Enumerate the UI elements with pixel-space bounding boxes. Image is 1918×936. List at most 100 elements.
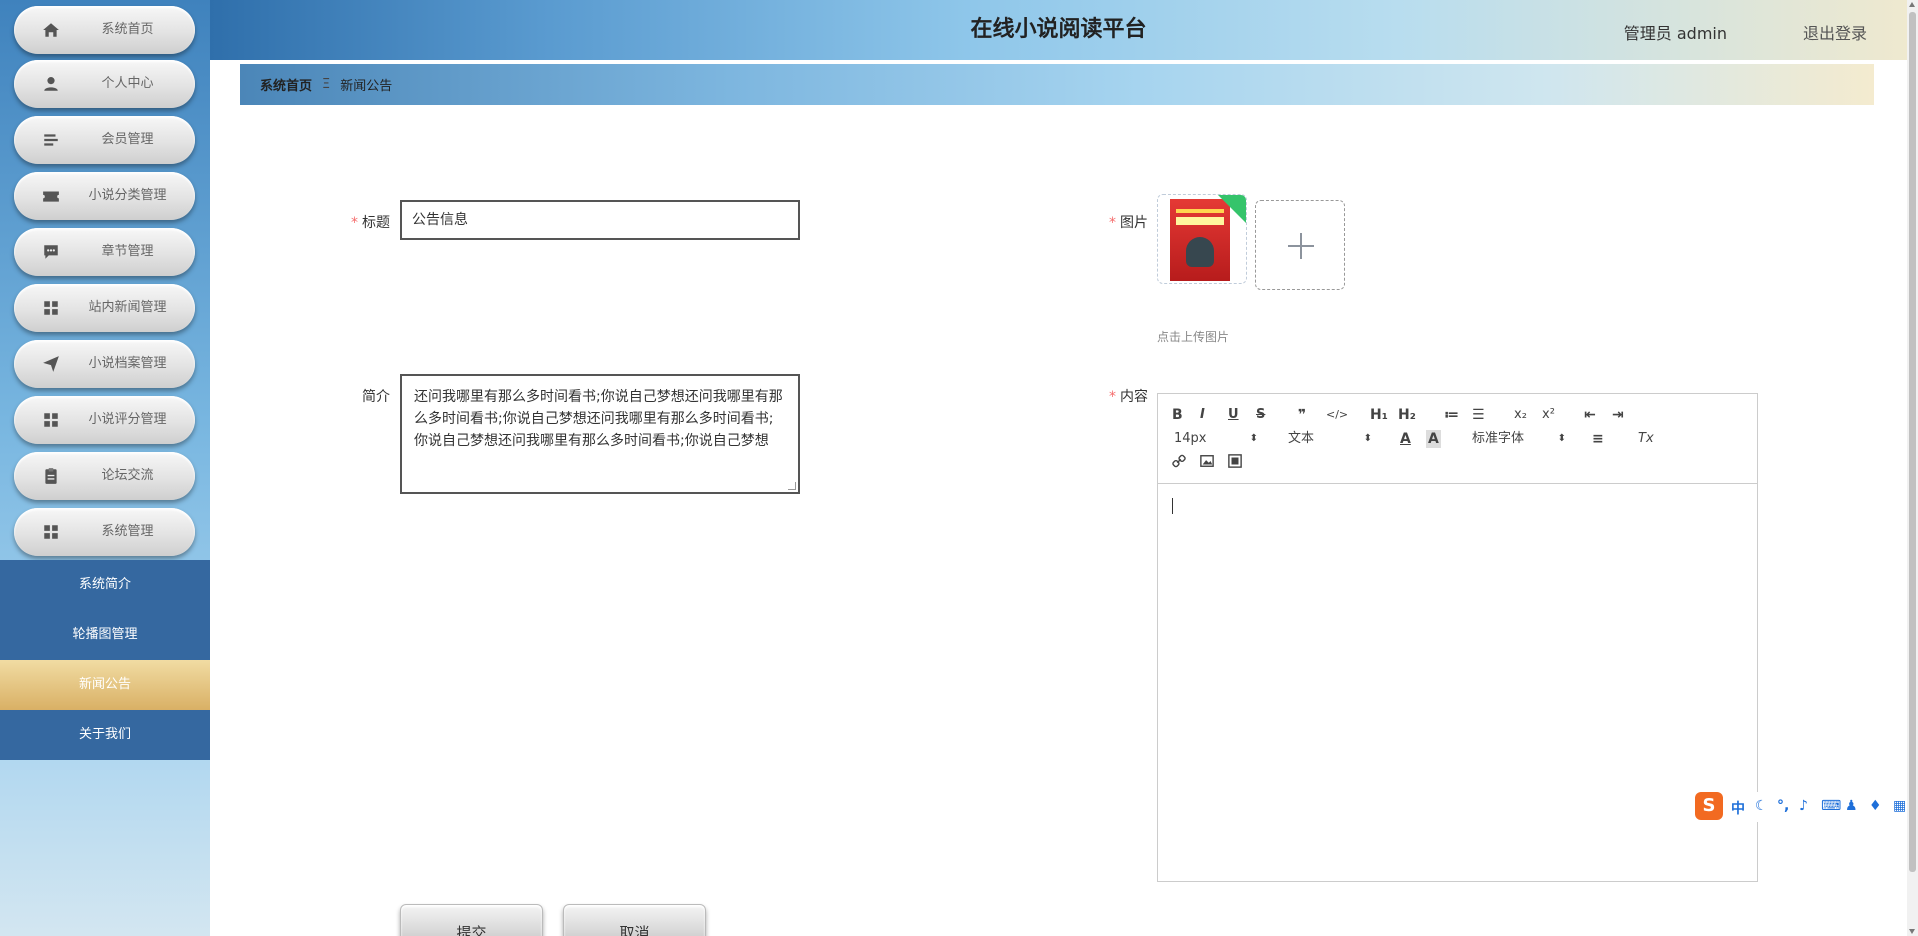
content-label: * 内容 [1100,386,1148,406]
video-button[interactable] [1228,454,1242,474]
sidebar-item-novel-archive[interactable]: 小说档案管理 [14,340,195,388]
ime-toolbar[interactable]: S 中 ☾ °, ♪ ⌨ ♟ ♦ ▦ [1693,792,1918,822]
current-user: 管理员 admin [1623,24,1727,43]
rich-text-editor: B I U S ❞ </> H₁ H₂ ≔ ☰ x₂ x² ⇤ ⇥ 14px ⬍ … [1157,393,1758,882]
sidebar-item-system[interactable]: 系统管理 [14,508,195,556]
send-icon [43,356,59,372]
select-arrow-icon: ⬍ [1557,433,1566,444]
background-color-button[interactable]: A [1426,430,1441,448]
sidebar-item-label: 章节管理 [101,244,154,259]
image-icon [1200,455,1214,467]
paragraph-value: 文本 [1288,431,1315,446]
keyboard-icon[interactable]: ⌨ [1821,798,1841,814]
sidebar-item-forum[interactable]: 论坛交流 [14,452,195,500]
sidebar-item-label: 小说分类管理 [88,188,167,203]
grid-icon [44,525,58,539]
system-submenu: 系统简介 轮播图管理 新闻公告 关于我们 [0,560,210,760]
bold-button[interactable]: B [1172,406,1183,424]
font-size-value: 14px [1174,431,1207,446]
superscript-button[interactable]: x² [1542,406,1555,424]
breadcrumb-current: 新闻公告 [340,79,393,94]
user-icon [44,77,58,91]
title-label-text: 标题 [362,215,390,231]
app-root: 系统首页 个人中心 会员管理 小说分类管理 章节管理 站内新闻管理 小说档案管理 [0,0,1918,936]
header1-button[interactable]: H₁ [1370,406,1388,424]
submenu-item-about[interactable]: 关于我们 [0,710,210,760]
intro-label: 简介 [362,389,390,405]
title-label: * 标题 [350,212,390,232]
bullet-list-button[interactable]: ☰ [1472,406,1485,424]
sidebar-item-chapters[interactable]: 章节管理 [14,228,195,276]
sidebar-item-label: 站内新闻管理 [88,300,167,315]
sidebar-item-label: 个人中心 [101,76,154,91]
outdent-button[interactable]: ⇤ [1584,406,1596,424]
sidebar-item-ratings[interactable]: 小说评分管理 [14,396,195,444]
code-block-button[interactable]: </> [1326,406,1348,424]
sidebar-item-categories[interactable]: 小说分类管理 [14,172,195,220]
image-button[interactable] [1200,454,1214,474]
top-header: 在线小说阅读平台 管理员 admin 退出登录 [210,0,1907,60]
sidebar-item-home[interactable]: 系统首页 [14,6,195,54]
sidebar: 系统首页 个人中心 会员管理 小说分类管理 章节管理 站内新闻管理 小说档案管理 [0,0,210,936]
home-icon [43,23,59,37]
image-label-text: 图片 [1120,215,1148,231]
cancel-button[interactable]: 取消 [563,904,706,936]
header2-button[interactable]: H₂ [1398,406,1416,424]
select-arrow-icon: ⬍ [1363,433,1372,444]
font-family-select[interactable]: 标准字体 ⬍ [1472,430,1566,448]
sidebar-item-site-news[interactable]: 站内新闻管理 [14,284,195,332]
toolbox-icon[interactable]: ▦ [1893,798,1906,814]
moon-icon[interactable]: ☾ [1755,798,1768,814]
font-color-button[interactable]: A [1400,430,1411,448]
clipboard-icon [45,468,57,484]
subscript-button[interactable]: x₂ [1514,406,1527,424]
submenu-item-carousel[interactable]: 轮播图管理 [0,610,210,660]
align-button[interactable]: ≡ [1592,430,1604,448]
punctuation-icon[interactable]: °, [1777,798,1789,814]
image-upload-button[interactable] [1255,200,1345,290]
strike-button[interactable]: S [1256,406,1265,424]
image-label: * 图片 [1100,212,1148,232]
scroll-down-arrow-icon[interactable] [1909,929,1915,934]
required-mark: * [1109,215,1116,231]
scrollbar-thumb[interactable] [1909,12,1916,872]
account-icon[interactable]: ♟ [1845,798,1858,814]
submit-button[interactable]: 提交 [400,904,543,936]
scroll-up-arrow-icon[interactable] [1909,2,1915,7]
submenu-item-news[interactable]: 新闻公告 [0,660,210,710]
underline-button[interactable]: U [1228,406,1239,424]
indent-button[interactable]: ⇥ [1612,406,1624,424]
page-scrollbar[interactable] [1907,0,1918,936]
upload-success-badge [1218,195,1246,223]
resize-handle[interactable] [788,482,796,490]
content-label-text: 内容 [1120,389,1148,405]
submenu-item-intro[interactable]: 系统简介 [0,560,210,610]
sidebar-item-label: 小说档案管理 [88,356,167,371]
editor-text-cursor[interactable] [1172,498,1173,514]
select-arrow-icon: ⬍ [1249,433,1258,444]
link-button[interactable] [1172,454,1186,474]
required-mark: * [1109,389,1116,405]
logout-link[interactable]: 退出登录 [1803,20,1867,44]
uploaded-image-thumbnail[interactable] [1157,194,1247,284]
skin-icon[interactable]: ♦ [1869,798,1882,814]
required-mark: * [351,215,358,231]
clear-format-button[interactable]: Tx [1638,430,1654,448]
sogou-logo-icon: S [1695,792,1723,820]
ime-language-toggle[interactable]: 中 [1731,798,1745,818]
title-input[interactable]: 公告信息 [400,200,800,240]
font-size-select[interactable]: 14px ⬍ [1174,430,1258,448]
paragraph-select[interactable]: 文本 ⬍ [1288,430,1372,448]
grid-icon [44,301,58,315]
italic-button[interactable]: I [1200,406,1205,424]
blockquote-button[interactable]: ❞ [1298,406,1306,424]
breadcrumb-home[interactable]: 系统首页 [260,75,312,94]
ordered-list-button[interactable]: ≔ [1444,406,1459,424]
grid-icon [44,413,58,427]
link-icon [1172,454,1186,468]
microphone-icon[interactable]: ♪ [1799,798,1808,814]
sidebar-item-profile[interactable]: 个人中心 [14,60,195,108]
ticket-icon [43,191,59,202]
intro-textarea[interactable]: 还问我哪里有那么多时间看书;你说自己梦想还问我哪里有那么多时间看书;你说自己梦想… [400,374,800,494]
sidebar-item-members[interactable]: 会员管理 [14,116,195,164]
